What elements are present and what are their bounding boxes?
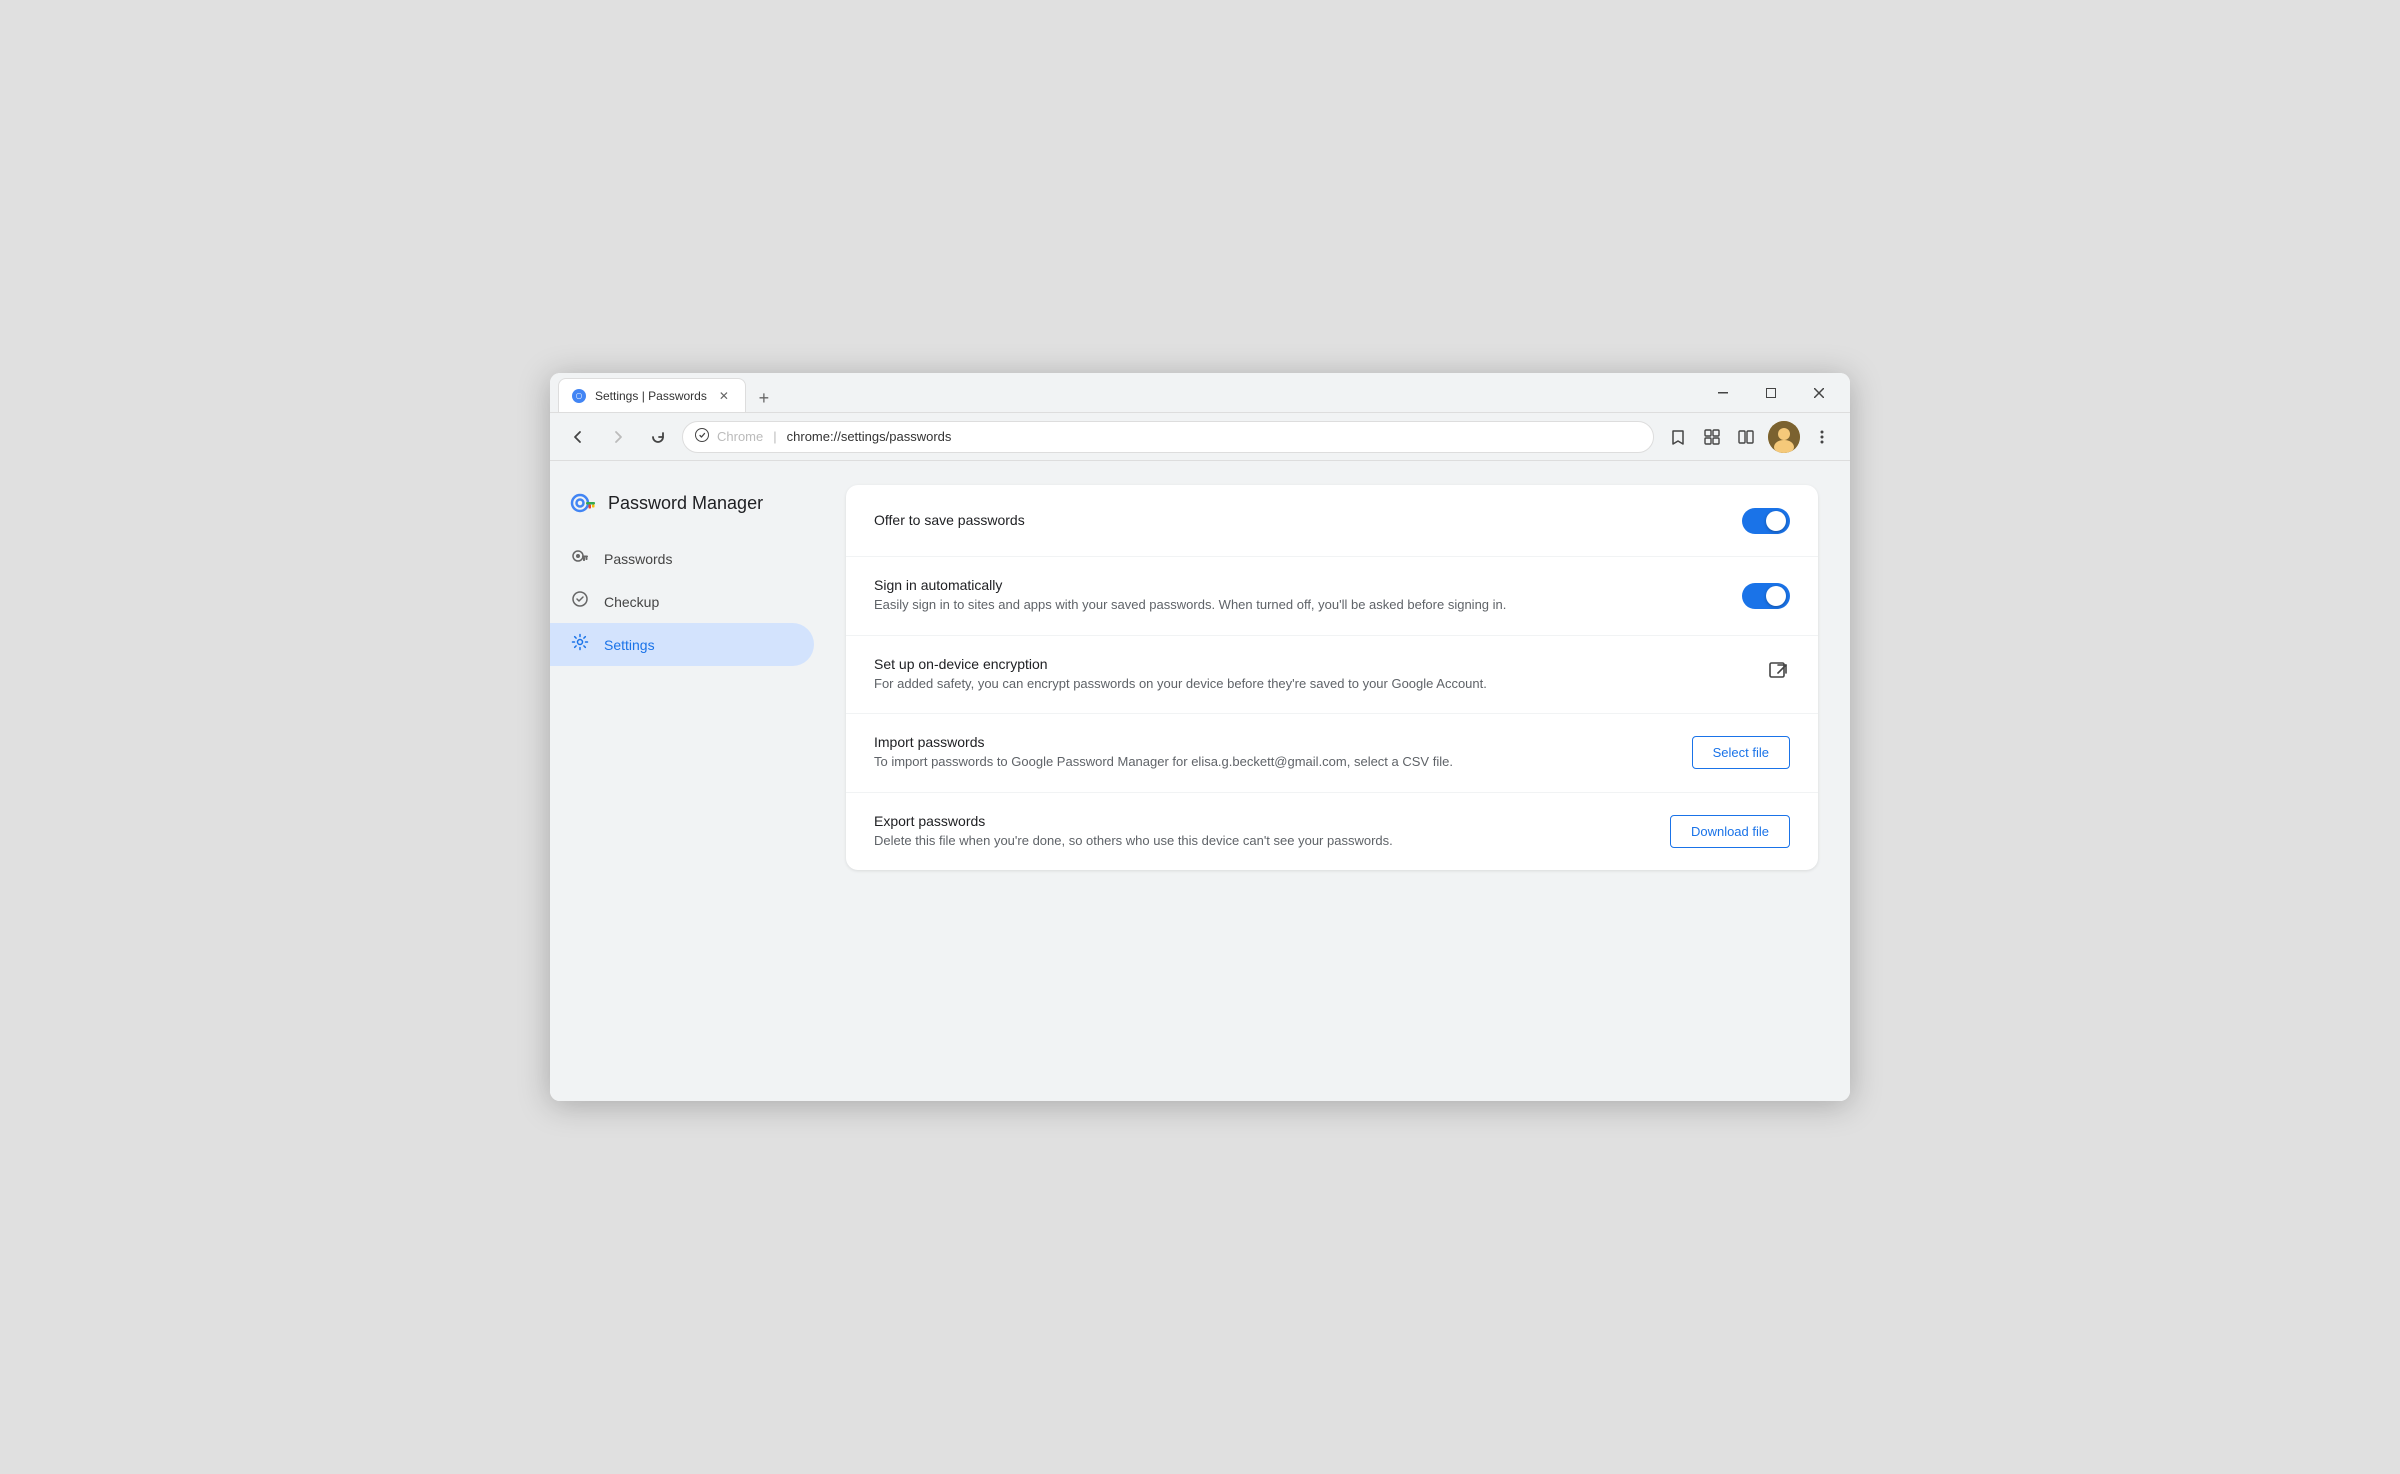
minimize-button[interactable] bbox=[1700, 373, 1746, 413]
offer-save-row: Offer to save passwords bbox=[846, 485, 1818, 557]
title-bar: Settings | Passwords ✕ + bbox=[550, 373, 1850, 413]
sidebar-item-passwords[interactable]: Passwords bbox=[550, 537, 814, 580]
checkup-icon bbox=[570, 590, 590, 613]
bookmark-button[interactable] bbox=[1662, 421, 1694, 453]
tab-strip: Settings | Passwords ✕ + bbox=[558, 373, 1700, 412]
offer-save-title: Offer to save passwords bbox=[874, 512, 1742, 528]
nav-bar: Chrome | chrome://settings/passwords bbox=[550, 413, 1850, 461]
extensions-button[interactable] bbox=[1696, 421, 1728, 453]
address-bar[interactable]: Chrome | chrome://settings/passwords bbox=[682, 421, 1654, 453]
url-separator: Chrome bbox=[717, 429, 763, 444]
avatar[interactable] bbox=[1768, 421, 1800, 453]
sidebar-item-settings[interactable]: Settings bbox=[550, 623, 814, 666]
window-controls bbox=[1700, 373, 1842, 413]
sidebar-item-passwords-label: Passwords bbox=[604, 551, 672, 567]
settings-icon bbox=[570, 633, 590, 656]
refresh-button[interactable] bbox=[642, 421, 674, 453]
download-file-button[interactable]: Download file bbox=[1670, 815, 1790, 848]
export-passwords-text: Export passwords Delete this file when y… bbox=[874, 813, 1670, 851]
tab-title: Settings | Passwords bbox=[595, 389, 707, 403]
nav-right-buttons bbox=[1662, 421, 1838, 453]
offer-save-text: Offer to save passwords bbox=[874, 512, 1742, 530]
offer-save-toggle[interactable] bbox=[1742, 508, 1790, 534]
sign-in-auto-toggle[interactable] bbox=[1742, 583, 1790, 609]
sidebar-brand: Password Manager bbox=[550, 481, 830, 537]
sign-in-auto-text: Sign in automatically Easily sign in to … bbox=[874, 577, 1742, 615]
new-tab-button[interactable]: + bbox=[750, 384, 778, 412]
maximize-button[interactable] bbox=[1748, 373, 1794, 413]
settings-card: Offer to save passwords Sign in automati… bbox=[846, 485, 1818, 870]
on-device-encryption-desc: For added safety, you can encrypt passwo… bbox=[874, 674, 1768, 694]
on-device-encryption-title: Set up on-device encryption bbox=[874, 656, 1768, 672]
browser-body: Password Manager Passwords bbox=[550, 461, 1850, 1101]
sidebar-brand-title: Password Manager bbox=[608, 493, 763, 514]
export-passwords-row: Export passwords Delete this file when y… bbox=[846, 793, 1818, 871]
export-passwords-title: Export passwords bbox=[874, 813, 1670, 829]
import-passwords-row: Import passwords To import passwords to … bbox=[846, 714, 1818, 793]
select-file-button[interactable]: Select file bbox=[1692, 736, 1790, 769]
import-passwords-desc: To import passwords to Google Password M… bbox=[874, 752, 1692, 772]
sign-in-auto-title: Sign in automatically bbox=[874, 577, 1742, 593]
url-text: chrome://settings/passwords bbox=[787, 429, 1641, 444]
browser-window: Settings | Passwords ✕ + bbox=[550, 373, 1850, 1101]
sidebar-item-checkup[interactable]: Checkup bbox=[550, 580, 814, 623]
close-button[interactable] bbox=[1796, 373, 1842, 413]
sidebar: Password Manager Passwords bbox=[550, 461, 830, 1101]
import-passwords-title: Import passwords bbox=[874, 734, 1692, 750]
back-button[interactable] bbox=[562, 421, 594, 453]
export-passwords-desc: Delete this file when you're done, so ot… bbox=[874, 831, 1670, 851]
split-view-button[interactable] bbox=[1730, 421, 1762, 453]
sidebar-item-checkup-label: Checkup bbox=[604, 594, 659, 610]
offer-save-toggle-thumb bbox=[1766, 511, 1786, 531]
on-device-encryption-text: Set up on-device encryption For added sa… bbox=[874, 656, 1768, 694]
menu-button[interactable] bbox=[1806, 421, 1838, 453]
url-pipe: | bbox=[773, 429, 776, 444]
import-passwords-text: Import passwords To import passwords to … bbox=[874, 734, 1692, 772]
on-device-encryption-row: Set up on-device encryption For added sa… bbox=[846, 636, 1818, 715]
sign-in-auto-desc: Easily sign in to sites and apps with yo… bbox=[874, 595, 1742, 615]
tab-favicon bbox=[571, 388, 587, 404]
passwords-icon bbox=[570, 547, 590, 570]
external-link-icon[interactable] bbox=[1768, 661, 1790, 688]
security-icon bbox=[695, 428, 709, 445]
content-area: Offer to save passwords Sign in automati… bbox=[830, 461, 1850, 1101]
sidebar-item-settings-label: Settings bbox=[604, 637, 655, 653]
sign-in-auto-toggle-thumb bbox=[1766, 586, 1786, 606]
pm-logo-icon bbox=[570, 489, 598, 517]
forward-button[interactable] bbox=[602, 421, 634, 453]
active-tab[interactable]: Settings | Passwords ✕ bbox=[558, 378, 746, 412]
sign-in-auto-row: Sign in automatically Easily sign in to … bbox=[846, 557, 1818, 636]
tab-close-button[interactable]: ✕ bbox=[715, 387, 733, 405]
